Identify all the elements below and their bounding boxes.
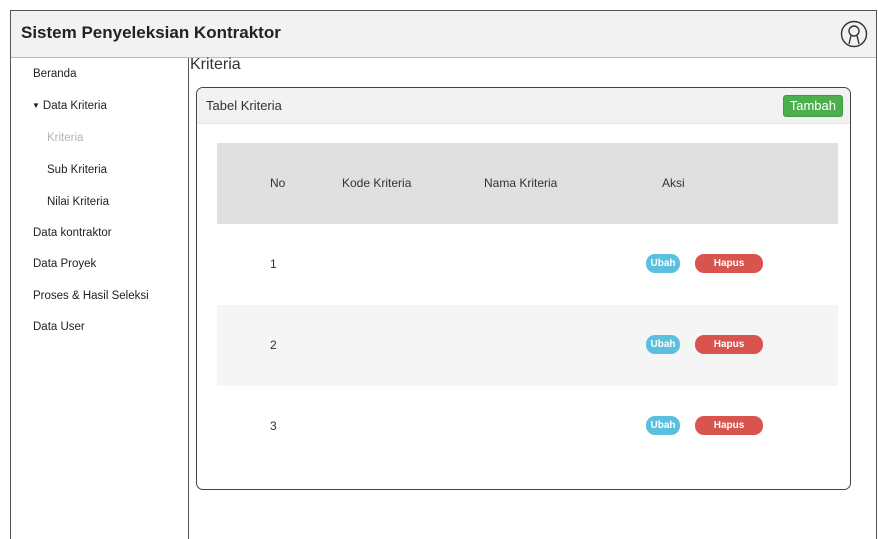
sidebar-item-label: Data User [33, 321, 85, 333]
sidebar-item-label: Data Proyek [33, 258, 97, 270]
row-number: 3 [270, 419, 277, 433]
delete-button[interactable]: Hapus [695, 335, 763, 354]
top-bar: Sistem Penyeleksian Kontraktor [11, 11, 876, 58]
caret-down-icon: ▼ [32, 101, 40, 110]
sidebar-item-label: Proses & Hasil Seleksi [33, 290, 149, 302]
sidebar-item-proses-hasil-seleksi[interactable]: Proses & Hasil Seleksi [33, 290, 149, 302]
sidebar: Beranda ▼ Data Kriteria Kriteria Sub Krit… [11, 58, 189, 539]
criteria-panel: Tabel Kriteria Tambah No Kode Kriteria N… [196, 87, 851, 490]
sidebar-item-label: Kriteria [47, 132, 84, 144]
row-number: 1 [270, 257, 277, 271]
column-header-nama: Nama Kriteria [484, 176, 558, 190]
panel-title: Tabel Kriteria [206, 98, 282, 113]
sidebar-item-sub-kriteria[interactable]: Sub Kriteria [47, 164, 107, 176]
criteria-table: No Kode Kriteria Nama Kriteria Aksi 1 Ub… [217, 143, 838, 467]
sidebar-item-nilai-kriteria[interactable]: Nilai Kriteria [47, 196, 109, 208]
row-number: 2 [270, 338, 277, 352]
sidebar-item-data-proyek[interactable]: Data Proyek [33, 258, 96, 270]
column-header-aksi: Aksi [662, 176, 685, 190]
sidebar-item-label: Beranda [33, 68, 77, 80]
column-header-no: No [270, 176, 286, 190]
user-circle-icon[interactable] [840, 20, 868, 48]
table-header-row: No Kode Kriteria Nama Kriteria Aksi [217, 143, 838, 224]
sidebar-item-label: Sub Kriteria [47, 164, 108, 176]
table-row: 1 Ubah Hapus [217, 224, 838, 305]
delete-button[interactable]: Hapus [695, 416, 763, 435]
column-header-kode: Kode Kriteria [342, 176, 412, 190]
sidebar-item-data-kontraktor[interactable]: Data kontraktor [33, 227, 112, 239]
sidebar-item-label: Nilai Kriteria [47, 196, 109, 208]
edit-button[interactable]: Ubah [646, 254, 680, 273]
table-row: 3 Ubah Hapus [217, 386, 838, 467]
edit-button[interactable]: Ubah [646, 335, 680, 354]
add-button[interactable]: Tambah [782, 95, 843, 117]
table-row: 2 Ubah Hapus [217, 305, 838, 386]
app-title: Sistem Penyeleksian Kontraktor [21, 23, 281, 42]
sidebar-item-kriteria[interactable]: Kriteria [47, 132, 83, 144]
sidebar-item-beranda[interactable]: Beranda [33, 68, 76, 80]
delete-button[interactable]: Hapus [695, 254, 763, 273]
edit-button[interactable]: Ubah [646, 416, 680, 435]
sidebar-item-data-kriteria[interactable]: ▼ Data Kriteria [32, 100, 107, 112]
panel-header: Tabel Kriteria Tambah [197, 88, 850, 124]
sidebar-item-label: Data Kriteria [42, 100, 107, 112]
sidebar-item-label: Data kontraktor [33, 227, 112, 239]
sidebar-item-data-user[interactable]: Data User [33, 321, 85, 333]
page-title: Kriteria [190, 56, 241, 73]
